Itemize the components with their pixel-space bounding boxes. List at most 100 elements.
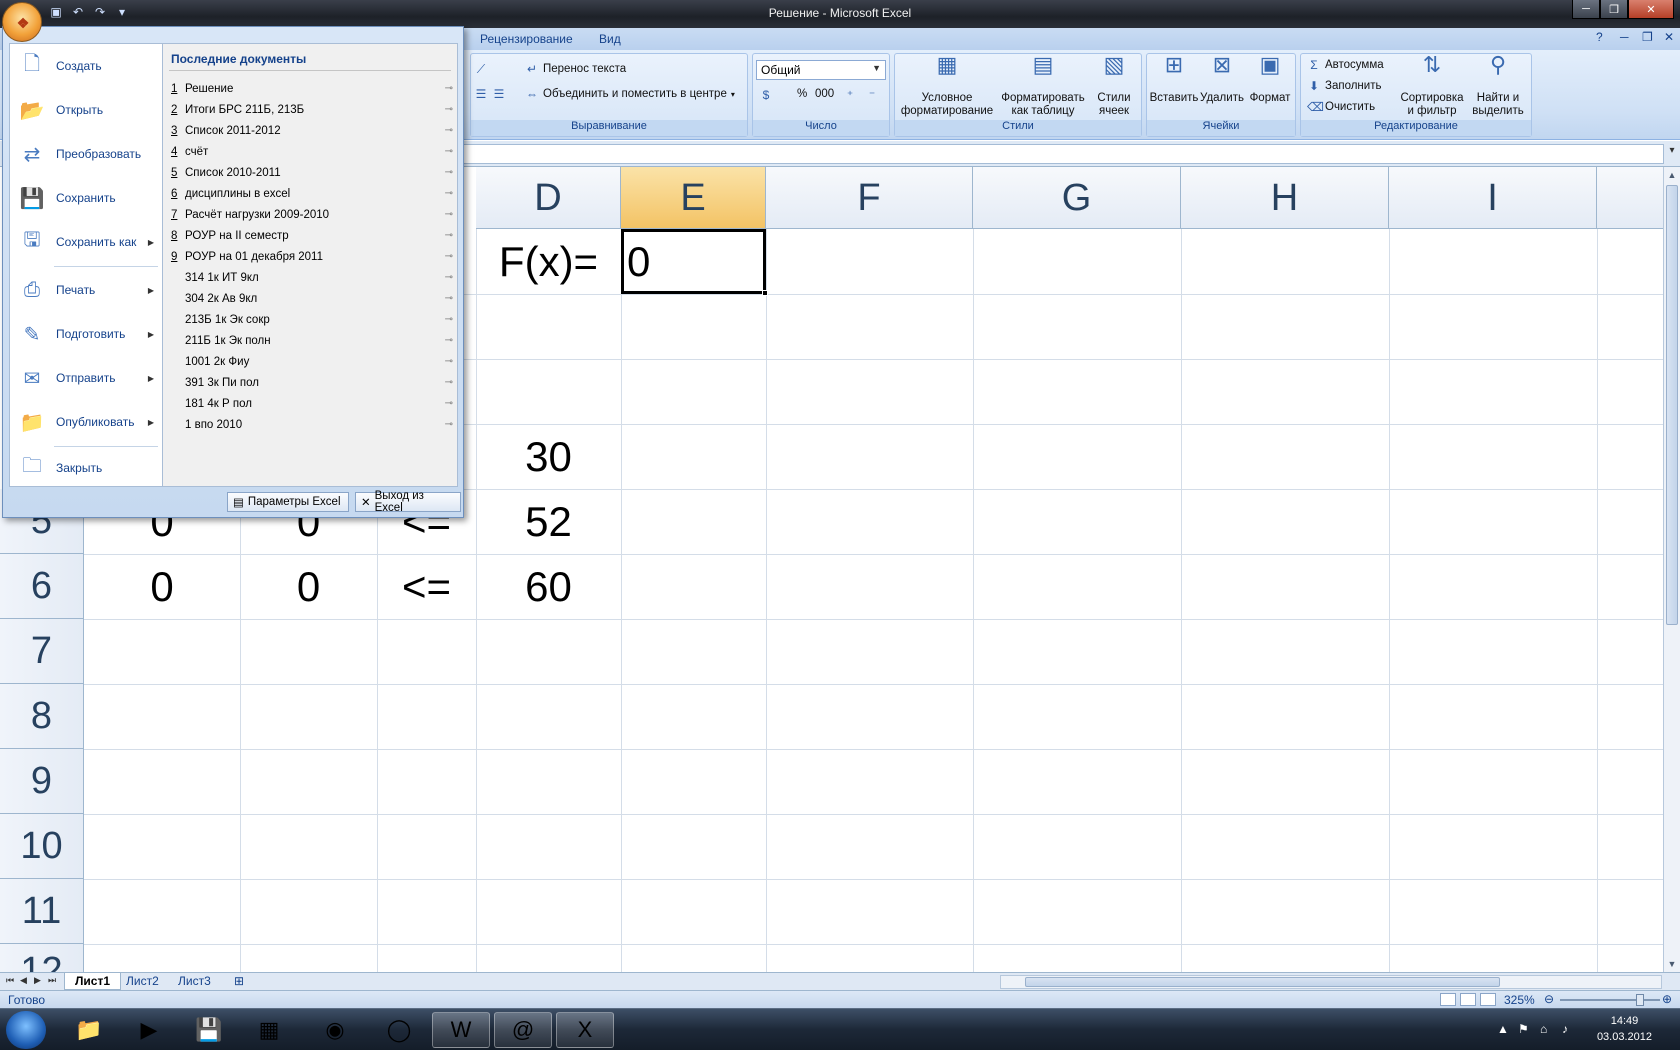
pin-icon[interactable]: ⊸ xyxy=(445,293,453,304)
cell-b6[interactable]: 0 xyxy=(240,554,377,619)
row-header-6[interactable]: 6 xyxy=(0,554,84,619)
clear-button[interactable]: ⌫ Очистить xyxy=(1307,100,1375,114)
ribbon-restore-icon[interactable]: ❐ xyxy=(1642,30,1653,44)
recent-document-item[interactable]: 4 счёт ⊸ xyxy=(171,141,453,162)
menu-item-publish[interactable]: 📁 Опубликовать ▶ xyxy=(10,402,162,442)
tab-view[interactable]: Вид xyxy=(599,32,621,46)
formula-input[interactable] xyxy=(440,144,1664,164)
pin-icon[interactable]: ⊸ xyxy=(445,314,453,325)
recent-document-item[interactable]: 5 Список 2010-2011 ⊸ xyxy=(171,162,453,183)
zoom-slider-knob[interactable] xyxy=(1636,994,1644,1006)
recent-document-item[interactable]: 211Б 1к Эк полн ⊸ xyxy=(171,330,453,351)
pin-icon[interactable]: ⊸ xyxy=(445,209,453,220)
language-flag-icon[interactable]: ⚑ xyxy=(1518,1022,1529,1036)
column-header-j[interactable] xyxy=(1597,167,1663,229)
sheet-tab-3[interactable]: Лист3 xyxy=(168,973,221,990)
volume-icon[interactable]: ♪ xyxy=(1562,1022,1568,1036)
row-header-11[interactable]: 11 xyxy=(0,879,84,944)
minimize-button[interactable]: ─ xyxy=(1572,0,1600,19)
horizontal-scroll-thumb[interactable] xyxy=(1025,977,1500,987)
vertical-scroll-thumb[interactable] xyxy=(1666,185,1678,625)
opera-icon[interactable]: ◯ xyxy=(370,1012,428,1048)
zoom-level[interactable]: 325% xyxy=(1504,993,1535,1007)
page-layout-view-icon[interactable] xyxy=(1460,993,1476,1006)
currency-button[interactable]: $ xyxy=(759,88,773,102)
pin-icon[interactable]: ⊸ xyxy=(445,104,453,115)
vertical-scrollbar[interactable]: ▲ ▼ xyxy=(1663,167,1680,972)
clock[interactable]: 14:49 03.03.2012 xyxy=(1597,1013,1652,1045)
thousands-button[interactable]: 000 xyxy=(815,88,834,100)
pin-icon[interactable]: ⊸ xyxy=(445,377,453,388)
column-header-d[interactable]: D xyxy=(476,167,621,229)
restore-button[interactable]: ❐ xyxy=(1600,0,1628,19)
media-player-icon[interactable]: ▶ xyxy=(120,1012,178,1048)
menu-item-open[interactable]: 📂 Открыть xyxy=(10,90,162,130)
autosum-button[interactable]: Σ Автосумма xyxy=(1307,58,1383,72)
row-header-7[interactable]: 7 xyxy=(0,619,84,684)
expand-formula-bar-icon[interactable]: ▾ xyxy=(1666,145,1678,163)
next-sheet-icon[interactable]: ▶ xyxy=(34,975,41,986)
insert-button[interactable]: ⊞ Вставить xyxy=(1149,54,1199,105)
active-cell-border[interactable] xyxy=(621,229,768,296)
pin-icon[interactable]: ⊸ xyxy=(445,251,453,262)
merge-center-button[interactable]: ⇔ Объединить и поместить в центре ▾ xyxy=(525,87,735,101)
column-header-h[interactable]: H xyxy=(1181,167,1389,229)
menu-item-close[interactable]: 🗀 Закрыть xyxy=(10,448,162,488)
prev-sheet-icon[interactable]: ◀ xyxy=(20,975,27,986)
pin-icon[interactable]: ⊸ xyxy=(445,419,453,430)
row-header-10[interactable]: 10 xyxy=(0,814,84,879)
fill-button[interactable]: ⬇ Заполнить xyxy=(1307,79,1382,93)
pin-icon[interactable]: ⊸ xyxy=(445,356,453,367)
horizontal-scrollbar[interactable] xyxy=(1000,975,1662,989)
recent-document-item[interactable]: 3 Список 2011-2012 ⊸ xyxy=(171,120,453,141)
recent-document-item[interactable]: 6 дисциплины в excel ⊸ xyxy=(171,183,453,204)
increase-decimal-button[interactable]: ⁺ xyxy=(843,88,857,102)
menu-item-print[interactable]: ⎙ Печать ▶ xyxy=(10,270,162,310)
column-header-e[interactable]: E xyxy=(621,167,766,229)
delete-button[interactable]: ⊠ Удалить xyxy=(1199,54,1245,105)
tab-review[interactable]: Рецензирование xyxy=(480,32,573,46)
menu-item-save[interactable]: 💾 Сохранить xyxy=(10,178,162,218)
chrome-icon[interactable]: ◉ xyxy=(306,1012,364,1048)
zoom-slider[interactable] xyxy=(1560,999,1660,1001)
zoom-in-icon[interactable]: ⊕ xyxy=(1662,992,1672,1006)
menu-item-save-as[interactable]: 🖫 Сохранить как ▶ xyxy=(10,222,162,262)
pin-icon[interactable]: ⊸ xyxy=(445,335,453,346)
recent-document-item[interactable]: 8 РОУР на II семестр ⊸ xyxy=(171,225,453,246)
last-sheet-icon[interactable]: ⏭ xyxy=(48,975,56,986)
sheet-tab-1[interactable]: Лист1 xyxy=(64,973,122,990)
pin-icon[interactable]: ⊸ xyxy=(445,83,453,94)
row-header-8[interactable]: 8 xyxy=(0,684,84,749)
recent-document-item[interactable]: 1 впо 2010 ⊸ xyxy=(171,414,453,435)
zoom-out-icon[interactable]: ⊖ xyxy=(1544,992,1554,1006)
orientation-button[interactable]: ⟋ xyxy=(474,62,488,76)
pin-icon[interactable]: ⊸ xyxy=(445,398,453,409)
pin-icon[interactable]: ⊸ xyxy=(445,146,453,157)
indent-button[interactable]: ☰ ☰ xyxy=(474,87,506,101)
column-header-g[interactable]: G xyxy=(973,167,1181,229)
floppy-app-icon[interactable]: 💾 xyxy=(180,1012,238,1048)
sort-filter-button[interactable]: ⇅ Сортировка и фильтр xyxy=(1399,54,1465,118)
page-break-view-icon[interactable] xyxy=(1480,993,1496,1006)
ribbon-minimize-icon[interactable]: ─ xyxy=(1620,30,1629,44)
close-button[interactable]: ✕ xyxy=(1628,0,1674,19)
calculator-icon[interactable]: ▦ xyxy=(240,1012,298,1048)
start-button[interactable] xyxy=(6,1011,46,1049)
help-icon[interactable]: ? xyxy=(1596,30,1603,44)
menu-item-new[interactable]: 🗋 Создать xyxy=(10,46,162,86)
sheet-tab-2[interactable]: Лист2 xyxy=(116,973,169,990)
cell-d5[interactable]: 52 xyxy=(476,489,621,554)
pin-icon[interactable]: ⊸ xyxy=(445,125,453,136)
row-header-9[interactable]: 9 xyxy=(0,749,84,814)
wrap-text-button[interactable]: ↵ Перенос текста xyxy=(525,62,626,76)
cell-d6[interactable]: 60 xyxy=(476,554,621,619)
tray-expand-icon[interactable]: ▲ xyxy=(1497,1022,1509,1036)
recent-document-item[interactable]: 1001 2к Фиу ⊸ xyxy=(171,351,453,372)
format-button[interactable]: ▣ Формат xyxy=(1247,54,1293,105)
cell-c6[interactable]: <= xyxy=(377,554,476,619)
office-button[interactable]: ❖ xyxy=(2,2,42,42)
first-sheet-icon[interactable]: ⏮ xyxy=(6,975,14,986)
scroll-up-icon[interactable]: ▲ xyxy=(1664,167,1680,183)
recent-document-item[interactable]: 304 2к Ав 9кл ⊸ xyxy=(171,288,453,309)
pin-icon[interactable]: ⊸ xyxy=(445,272,453,283)
